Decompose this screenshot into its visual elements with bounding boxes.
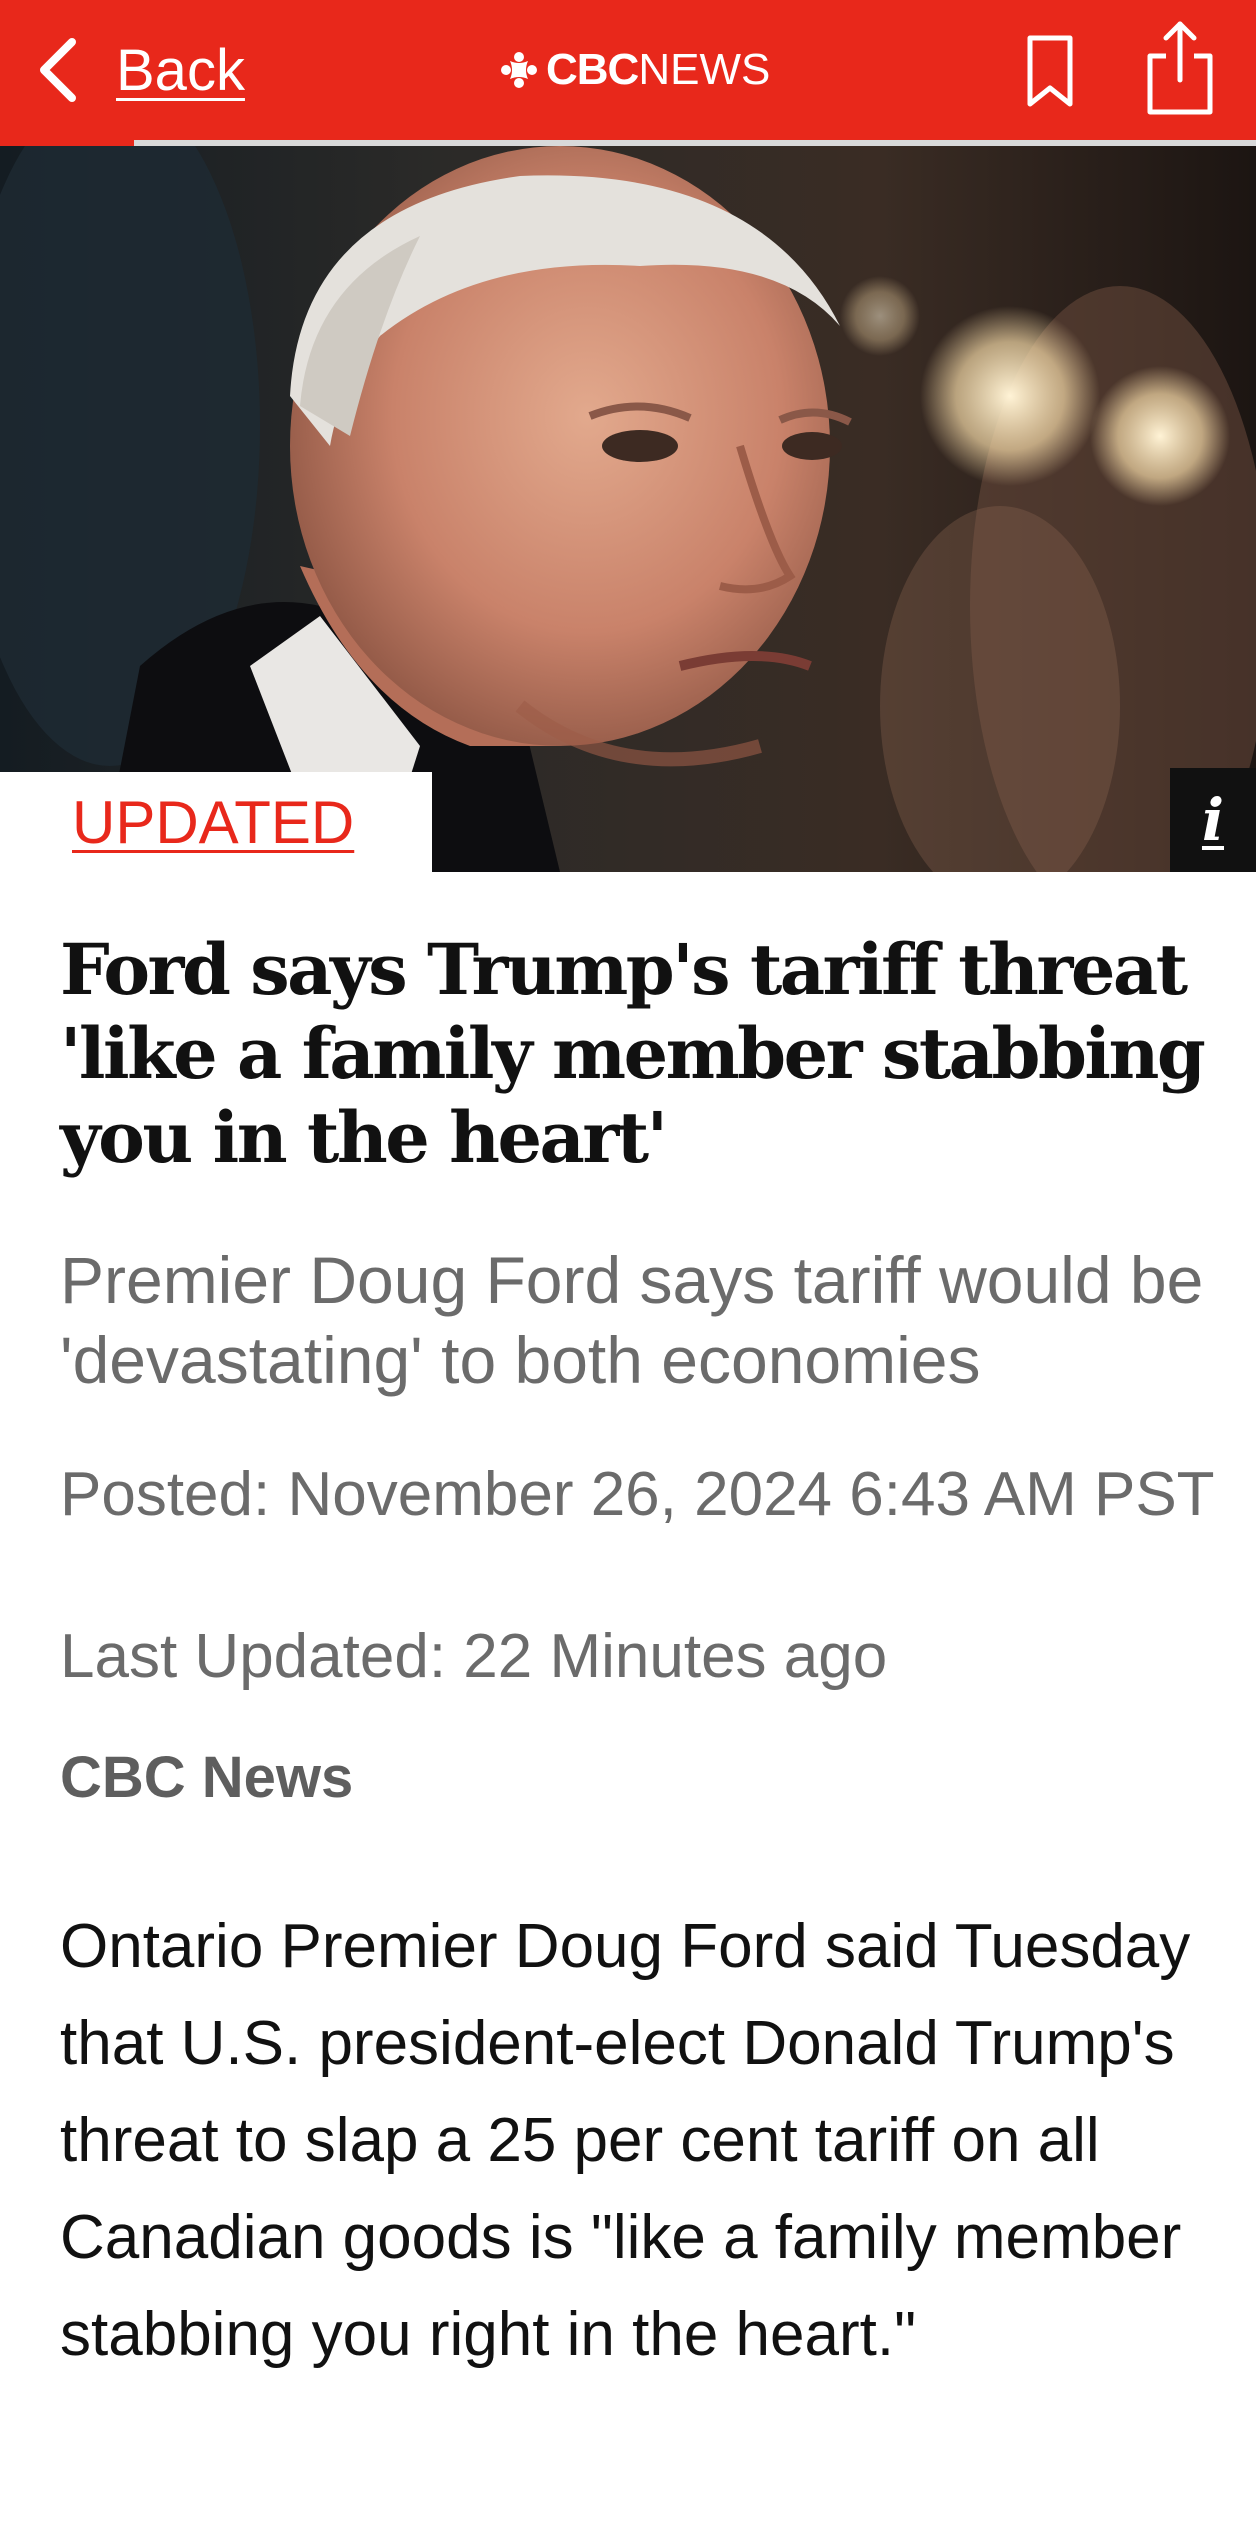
hero-photo-illustration — [0, 146, 1256, 872]
share-button[interactable] — [1140, 18, 1220, 118]
article-subheadline: Premier Doug Ford says tariff would be '… — [60, 1243, 1204, 1397]
photo-info-button[interactable]: i — [1170, 768, 1256, 872]
posted-timestamp: Posted: November 26, 2024 6:43 AM PST — [60, 1460, 1215, 1529]
byline: CBC News — [60, 1745, 354, 1810]
chevron-left-icon — [34, 34, 82, 106]
bookmark-button[interactable] — [1022, 32, 1078, 112]
back-label: Back — [116, 37, 245, 103]
last-updated-timestamp: Last Updated: 22 Minutes ago — [60, 1622, 888, 1691]
updated-label[interactable]: UPDATED — [72, 788, 354, 857]
article-headline: Ford says Trump's tariff threat 'like a … — [60, 928, 1206, 1179]
cbc-gem-icon — [500, 51, 538, 89]
hero-photo — [0, 146, 1256, 872]
article-body-paragraph: Ontario Premier Doug Ford said Tuesday t… — [60, 1912, 1191, 2369]
share-icon — [1147, 21, 1213, 115]
info-icon: i — [1201, 786, 1225, 854]
brand-cbc-text: CBC — [546, 45, 639, 94]
bookmark-icon — [1027, 35, 1073, 107]
back-button[interactable]: Back — [34, 30, 245, 110]
cbc-news-logo: CBC NEWS — [500, 40, 770, 100]
brand-news-text: NEWS — [638, 45, 771, 94]
top-navigation-bar: Back CBC NEWS — [0, 0, 1256, 140]
updated-tag: UPDATED — [0, 772, 432, 872]
